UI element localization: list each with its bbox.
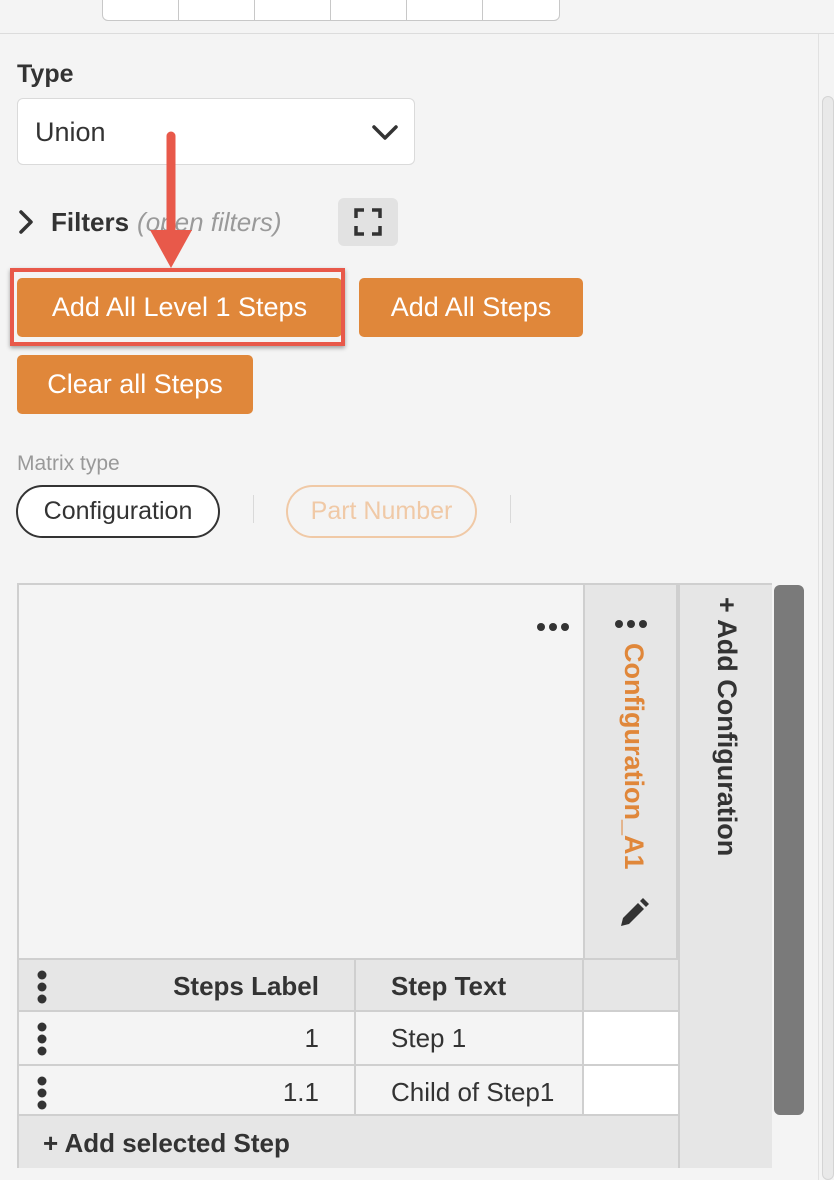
matrix-type-part-number[interactable]: Part Number xyxy=(286,485,477,538)
matrix-type-configuration[interactable]: Configuration xyxy=(16,485,220,538)
configuration-cell[interactable] xyxy=(584,1066,678,1118)
divider xyxy=(253,495,254,523)
column-header-steps-label: Steps Label xyxy=(64,960,356,1010)
row-handle[interactable] xyxy=(19,960,64,1010)
expand-icon xyxy=(354,208,382,236)
type-label: Type xyxy=(17,60,74,88)
top-toolbar xyxy=(0,0,834,34)
matrix-corner xyxy=(19,585,584,958)
type-select[interactable]: Union xyxy=(17,98,415,165)
type-select-value: Union xyxy=(35,117,106,147)
column-header-config-cell xyxy=(584,960,678,1010)
matrix-type-label: Matrix type xyxy=(17,452,120,475)
annotation-arrow-icon xyxy=(150,131,192,268)
segment-button[interactable] xyxy=(331,0,407,20)
segment-button[interactable] xyxy=(179,0,255,20)
configuration-column-header[interactable]: Configuration_A1 xyxy=(583,585,678,958)
row-handle[interactable] xyxy=(19,1012,64,1064)
divider xyxy=(510,495,511,523)
configuration-cell[interactable] xyxy=(584,1012,678,1064)
table-row: 1.1 Child of Step1 xyxy=(19,1066,678,1120)
step-label-cell: 1 xyxy=(64,1012,356,1064)
segment-button[interactable] xyxy=(407,0,483,20)
step-text-cell: Step 1 xyxy=(356,1012,584,1064)
segment-button[interactable] xyxy=(255,0,331,20)
more-vertical-icon xyxy=(37,1022,47,1056)
step-label-cell: 1.1 xyxy=(64,1066,356,1118)
add-configuration-label: + Add Configuration xyxy=(712,597,742,857)
step-matrix: Configuration_A1 + Add Configuration Ste… xyxy=(17,583,804,1168)
table-header-row: Steps Label Step Text xyxy=(19,958,678,1012)
add-all-steps-button[interactable]: Add All Steps xyxy=(359,278,583,337)
column-header-step-text: Step Text xyxy=(356,960,584,1010)
add-configuration-column[interactable]: + Add Configuration xyxy=(678,585,772,1168)
chevron-right-icon xyxy=(19,210,33,234)
configuration-column-title: Configuration_A1 xyxy=(619,643,649,870)
fullscreen-button[interactable] xyxy=(338,198,398,246)
more-horizontal-icon[interactable] xyxy=(614,619,648,629)
chevron-down-icon xyxy=(372,125,398,140)
clear-all-steps-button[interactable]: Clear all Steps xyxy=(17,355,253,414)
annotation-highlight-box xyxy=(10,268,345,346)
table-row: 1 Step 1 xyxy=(19,1012,678,1066)
page-scrollbar-thumb[interactable] xyxy=(822,96,834,1180)
row-handle[interactable] xyxy=(19,1066,64,1118)
segment-button[interactable] xyxy=(483,0,559,20)
segmented-control xyxy=(102,0,560,21)
pencil-icon[interactable] xyxy=(616,897,650,931)
step-text-cell: Child of Step1 xyxy=(356,1066,584,1118)
add-selected-step-button[interactable]: + Add selected Step xyxy=(19,1114,678,1168)
more-horizontal-icon[interactable] xyxy=(536,622,570,632)
filters-label: Filters xyxy=(51,206,130,237)
more-vertical-icon xyxy=(37,970,47,1004)
matrix-scrollbar-thumb[interactable] xyxy=(774,585,804,1115)
more-vertical-icon xyxy=(37,1076,47,1110)
segment-button[interactable] xyxy=(103,0,179,20)
